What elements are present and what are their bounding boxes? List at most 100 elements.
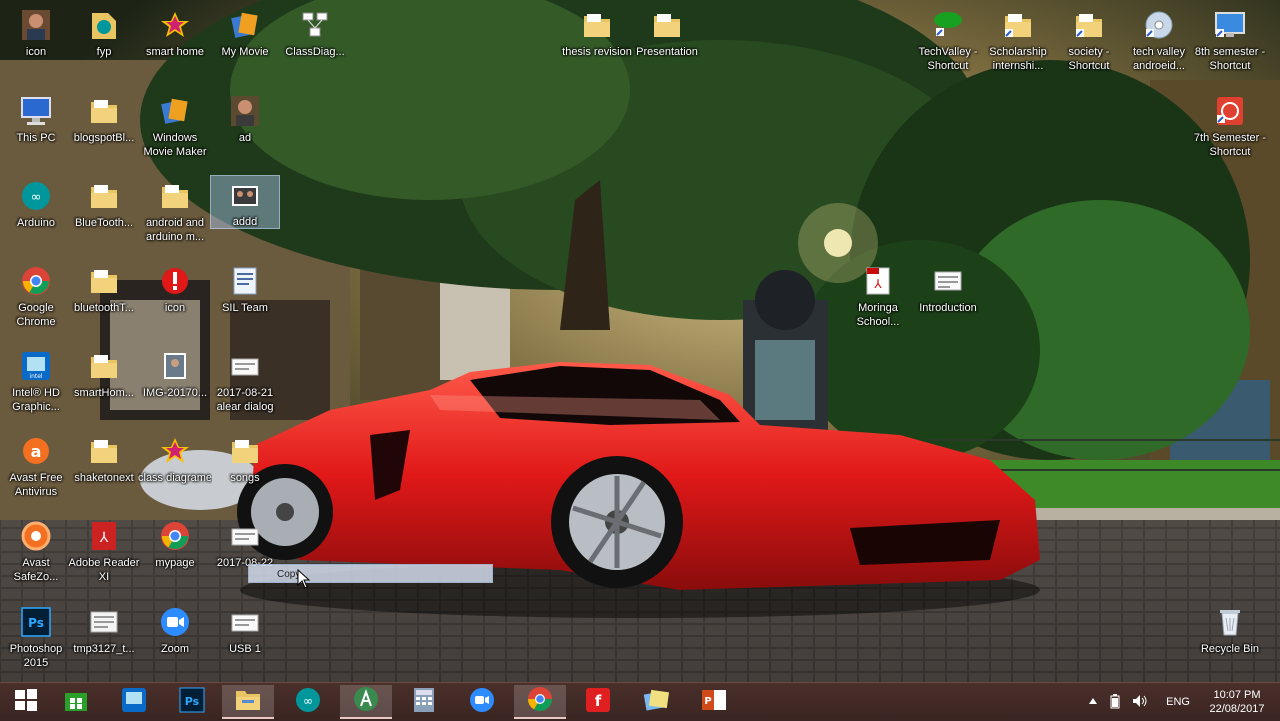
desktop-icon-google-chrome[interactable]: Google Chrome xyxy=(0,260,72,334)
desktop-icon-songs[interactable]: songs xyxy=(209,430,281,504)
desktop-icon-zoom[interactable]: Zoom xyxy=(139,601,211,675)
desktop-icon-icon-warning[interactable]: icon xyxy=(139,260,211,334)
svg-text:∞: ∞ xyxy=(31,190,42,205)
desktop-icon-avast-free[interactable]: a Avast Free Antivirus xyxy=(0,430,72,504)
desktop-icon-addd[interactable]: addd xyxy=(210,175,280,229)
arduino-icon: ∞ xyxy=(19,179,53,213)
taskbar-photoshop[interactable]: Ps xyxy=(166,685,218,719)
windows-start-icon xyxy=(14,688,38,717)
folder-shortcut-icon xyxy=(1072,8,1106,42)
desktop-icon-classdiag[interactable]: ClassDiag... xyxy=(279,4,351,78)
desktop-icon-this-pc[interactable]: This PC xyxy=(0,90,72,164)
desktop-icon-bluetooth[interactable]: BlueTooth... xyxy=(68,175,140,249)
disc-icon xyxy=(1142,8,1176,42)
desktop-icon-shaketonext[interactable]: shaketonext xyxy=(68,430,140,504)
folder-icon xyxy=(87,179,121,213)
desktop-icon-img-20170[interactable]: IMG-20170... xyxy=(139,345,211,419)
desktop-icon-windows-movie-maker[interactable]: Windows Movie Maker xyxy=(139,90,211,164)
clock-time: 10:07 PM xyxy=(1213,689,1261,701)
desktop-icon-sil-team[interactable]: SIL Team xyxy=(209,260,281,334)
taskbar-powerpoint[interactable]: P xyxy=(688,685,740,719)
battery-icon[interactable] xyxy=(1110,693,1120,712)
zoom-icon xyxy=(158,605,192,639)
svg-text:Ps: Ps xyxy=(28,616,44,630)
taskbar-calculator[interactable] xyxy=(398,685,450,719)
desktop-icon-society[interactable]: society - Shortcut xyxy=(1053,4,1125,78)
desktop-icon-7th-semester[interactable]: 7th Semester - Shortcut xyxy=(1194,90,1266,164)
desktop-icon-android-arduino[interactable]: android and arduino m... xyxy=(139,175,211,249)
file-icon xyxy=(228,605,262,639)
photo-icon xyxy=(158,349,192,383)
computer-icon xyxy=(19,94,53,128)
system-tray: ENG 10:07 PM 22/08/2017 xyxy=(1082,683,1280,721)
chevron-up-icon[interactable] xyxy=(1088,696,1098,708)
mouse-cursor-icon xyxy=(297,568,311,589)
desktop-icon-thesis-revision[interactable]: thesis revision xyxy=(561,4,633,78)
taskbar-arduino[interactable]: ∞ xyxy=(282,685,334,719)
desktop-icon-icon[interactable]: icon xyxy=(0,4,72,78)
desktop-icon-recycle-bin[interactable]: Recycle Bin xyxy=(1194,601,1266,675)
chrome-icon xyxy=(19,264,53,298)
intel-graphics-icon: intel xyxy=(19,349,53,383)
desktop-icon-tech-valley-android[interactable]: tech valley androeid... xyxy=(1123,4,1195,78)
file-explorer-icon xyxy=(234,686,262,717)
desktop-icon-presentation[interactable]: Presentation xyxy=(631,4,703,78)
taskbar-intel-hd[interactable] xyxy=(108,685,160,719)
svg-text:Ps: Ps xyxy=(185,695,200,708)
photo-icon xyxy=(228,180,262,212)
desktop-icon-intel-hd[interactable]: intel Intel® HD Graphic... xyxy=(0,345,72,419)
folder-icon xyxy=(87,434,121,468)
file-icon xyxy=(228,519,262,553)
desktop-icon-blogspot[interactable]: blogspotBl... xyxy=(68,90,140,164)
desktop-icon-class-diagrame[interactable]: class diagrame xyxy=(138,430,212,504)
svg-text:⅄: ⅄ xyxy=(99,530,109,546)
desktop-icon-ad[interactable]: ad xyxy=(209,90,281,164)
start-button[interactable] xyxy=(0,685,52,719)
desktop-icon-smart-home[interactable]: smart home xyxy=(139,4,211,78)
taskbar-file-explorer[interactable] xyxy=(222,685,274,719)
document-icon xyxy=(931,264,965,298)
desktop-icon-mypage[interactable]: mypage xyxy=(139,515,211,589)
desktop-icon-adobe-reader[interactable]: ⅄ Adobe Reader XI xyxy=(68,515,140,589)
folder-icon xyxy=(87,94,121,128)
taskbar-android-studio[interactable] xyxy=(340,685,392,719)
desktop-icon-8th-semester[interactable]: 8th semester - Shortcut xyxy=(1194,4,1266,78)
desktop-icon-smarthom[interactable]: smartHom... xyxy=(68,345,140,419)
desktop-icon-fyp[interactable]: fyp xyxy=(68,4,140,78)
desktop-icon-avast-safezone[interactable]: Avast SafeZo... xyxy=(0,515,72,589)
folder-icon xyxy=(87,349,121,383)
avast-safezone-icon xyxy=(19,519,53,553)
desktop-icon-photoshop[interactable]: Ps Photoshop 2015 xyxy=(0,601,72,675)
taskbar-foxit[interactable]: f xyxy=(572,685,624,719)
foxit-icon: f xyxy=(585,687,611,718)
desktop-icon-bluetootht[interactable]: bluetoothT... xyxy=(68,260,140,334)
desktop-icon-my-movie[interactable]: My Movie xyxy=(209,4,281,78)
user-photo-icon xyxy=(228,94,262,128)
language-indicator[interactable]: ENG xyxy=(1166,696,1190,708)
diagram-icon xyxy=(298,8,332,42)
desktop-icon-introduction[interactable]: Introduction xyxy=(912,260,984,334)
desktop-icon-arduino[interactable]: ∞ Arduino xyxy=(0,175,72,249)
photoshop-icon: Ps xyxy=(179,687,205,718)
svg-text:a: a xyxy=(31,442,42,461)
desktop-icon-scholarship[interactable]: Scholarship internshi... xyxy=(982,4,1054,78)
recycle-bin-icon xyxy=(1213,605,1247,639)
desktop-icon-usb-1[interactable]: USB 1 xyxy=(209,601,281,675)
pdf-shortcut-icon xyxy=(1213,94,1247,128)
taskbar-notes[interactable] xyxy=(630,685,682,719)
android-studio-icon xyxy=(353,686,379,717)
speaker-icon[interactable] xyxy=(1132,694,1148,711)
taskbar-zoom[interactable] xyxy=(456,685,508,719)
folder-icon xyxy=(228,434,262,468)
folder-icon xyxy=(87,264,121,298)
rename-textbox[interactable]: Copy xyxy=(248,564,493,583)
desktop-icon-tmp3127[interactable]: tmp3127_t... xyxy=(68,601,140,675)
desktop-icon-techvalley[interactable]: TechValley - Shortcut xyxy=(912,4,984,78)
taskbar-store[interactable] xyxy=(50,685,102,719)
web-shortcut-icon xyxy=(931,8,965,42)
clock[interactable]: 10:07 PM 22/08/2017 xyxy=(1202,688,1272,716)
taskbar-chrome[interactable] xyxy=(514,685,566,719)
desktop-icon-moringa[interactable]: ⅄ Moringa School... xyxy=(842,260,914,334)
desktop-icon-alear-dialog[interactable]: 2017-08-21 alear dialog xyxy=(209,345,281,419)
calculator-icon xyxy=(413,687,435,718)
